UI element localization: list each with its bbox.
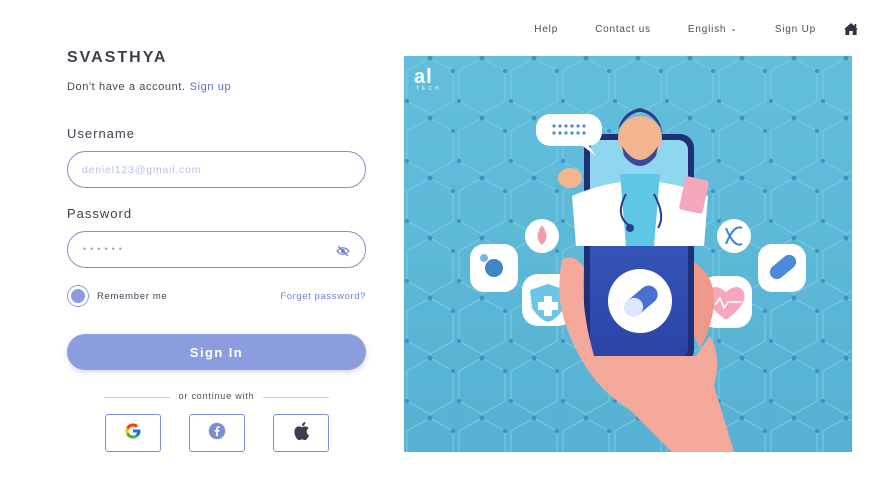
password-field[interactable]: •••••• [67,231,366,268]
username-label: Username [67,126,135,141]
sign-in-button[interactable]: Sign In [67,334,366,370]
google-icon [124,422,142,445]
top-nav: Help Contact us English ⌄ Sign Up [534,20,859,38]
continue-with-text: or continue with [178,391,255,401]
forgot-password-link[interactable]: Forget password? [280,291,366,302]
nav-help-link[interactable]: Help [534,24,558,35]
language-dropdown[interactable]: English ⌄ [688,24,738,35]
apple-icon [292,421,310,446]
remember-me-label: Remember me [97,290,168,302]
google-login-button[interactable] [105,414,161,452]
hero-logo: al TECH [414,66,442,92]
nav-contact-link[interactable]: Contact us [595,24,651,35]
hero-logo-text: al [414,66,433,88]
username-input[interactable] [68,152,365,187]
eye-off-icon[interactable] [336,244,350,257]
chevron-down-icon: ⌄ [730,23,738,33]
brand-title: SVASTHYA [67,49,168,66]
hero-logo-subtext: TECH [416,86,442,92]
nav-signup-link[interactable]: Sign Up [775,24,816,35]
remember-me: Remember me [67,285,168,307]
password-mask: •••••• [83,244,126,254]
radio-selected-dot [71,289,85,303]
apple-login-button[interactable] [273,414,329,452]
account-prompt: Don't have a account. Sign up [67,81,231,93]
username-field-wrapper [67,151,366,188]
divider-line-right [263,397,329,398]
account-prompt-text: Don't have a account. [67,81,186,93]
password-label: Password [67,206,133,221]
continue-divider: or continue with [104,391,329,403]
hero-illustration: al TECH [404,56,852,452]
facebook-icon [208,422,226,445]
facebook-login-button[interactable] [189,414,245,452]
remember-me-radio[interactable] [67,285,89,307]
signup-link[interactable]: Sign up [190,81,232,93]
home-icon[interactable] [843,22,859,36]
language-label: English [687,23,727,35]
